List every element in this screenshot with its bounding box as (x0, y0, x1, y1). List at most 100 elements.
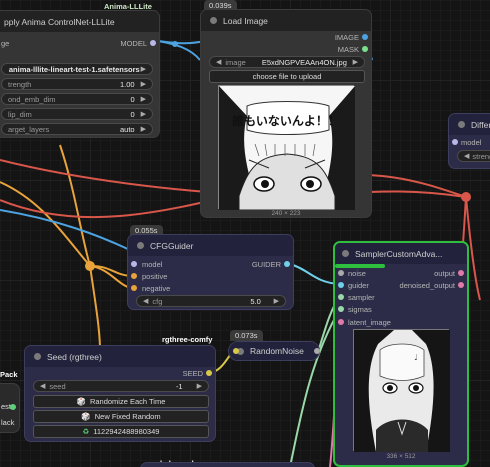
image-filename: E5xdNGPVEAAn4ON.jpg (261, 57, 347, 67)
collapse-dot-icon[interactable] (342, 250, 349, 257)
cond-emb-dim-value: 0 (130, 94, 135, 104)
cfg-positive-input-socket[interactable] (131, 273, 137, 279)
image-output-socket[interactable] (362, 34, 368, 40)
image-file-selector[interactable]: ◀ image E5xdNGPVEAAn4ON.jpg ▶ (209, 56, 365, 68)
seed-value-widget[interactable]: ◀ seed -1 ▶ (33, 380, 209, 392)
sampler-node-title: SamplerCustomAdva... (355, 248, 443, 259)
chevron-left-icon[interactable]: ◀ (40, 382, 45, 390)
sampler-custom-advanced-node[interactable]: SamplerCustomAdva... noise guider sample… (333, 241, 469, 467)
controlnet-model-output-socket[interactable] (150, 40, 156, 46)
group-label-rgthree: rgthree-comfy (162, 335, 213, 344)
differential-node-header[interactable]: Differ (449, 114, 490, 135)
cfg-value: 5.0 (250, 296, 261, 306)
sampler-node-header[interactable]: SamplerCustomAdva... (335, 243, 467, 264)
chevron-right-icon[interactable]: ▶ (197, 382, 202, 390)
generated-illustration: ♩ (354, 330, 450, 452)
controlnet-lllite-node[interactable]: pply Anima ControlNet-LLLite ge MODEL an… (0, 10, 160, 138)
cfg-guider-header[interactable]: CFGGuider (128, 235, 293, 256)
seed-node-header[interactable]: Seed (rgthree) (25, 346, 215, 367)
strength-label: trength (8, 79, 32, 89)
guider-output-socket[interactable] (284, 261, 290, 267)
controlnet-node-title: pply Anima ControlNet-LLLite (4, 16, 115, 27)
randomize-label: Randomize Each Time (89, 397, 166, 406)
image-label: image (225, 57, 246, 67)
seed-output-socket[interactable] (206, 370, 212, 376)
seed-rgthree-node[interactable]: Seed (rgthree) SEED ◀ seed -1 ▶ 🎲 Random… (24, 345, 216, 442)
last-seed-button[interactable]: ♻ 1122942488980349 (33, 425, 209, 438)
noise-seed-input-socket[interactable] (233, 348, 239, 354)
left-partial-node[interactable]: est lack (0, 383, 20, 433)
cfg-model-input-socket[interactable] (131, 261, 137, 267)
random-noise-node[interactable]: RandomNoise (228, 341, 320, 361)
sigmas-input-socket[interactable] (338, 306, 344, 312)
clip-dim-value: 0 (130, 109, 135, 119)
sampler-denoised-label: denoised_output (399, 281, 455, 290)
new-fixed-random-label: New Fixed Random (94, 412, 161, 421)
collapse-dot-icon[interactable] (34, 353, 41, 360)
cfg-value-widget[interactable]: ◀ cfg 5.0 ▶ (136, 295, 286, 307)
controlnet-output-model: MODEL (120, 39, 147, 48)
controlnet-input-label: ge (1, 39, 10, 48)
randomize-each-time-button[interactable]: 🎲 Randomize Each Time (33, 395, 209, 408)
guider-input-socket[interactable] (338, 282, 344, 288)
chevron-left-icon[interactable]: ◀ (464, 152, 469, 160)
controlnet-node-header[interactable]: pply Anima ControlNet-LLLite (0, 11, 159, 32)
mask-output-socket[interactable] (362, 46, 368, 52)
strength-widget[interactable]: trength 1.00 ▶ (1, 78, 153, 90)
target-layers-value: auto (120, 124, 135, 134)
collapse-dot-icon[interactable] (210, 17, 217, 24)
sampler-sampler-label: sampler (348, 293, 375, 302)
cond-emb-dim-widget[interactable]: ond_emb_dim 0 ▶ (1, 93, 153, 105)
controlnet-model-value: anima-lllite-lineart-test-1.safetensors (8, 64, 140, 74)
chevron-left-icon[interactable]: ◀ (143, 297, 148, 305)
load-image-node[interactable]: Load Image IMAGE MASK ◀ image E5xdNGPVEA… (200, 9, 372, 218)
chevron-right-icon[interactable]: ▶ (353, 58, 358, 66)
differential-node[interactable]: Differ model ◀ streng (448, 113, 490, 169)
manga-illustration (219, 86, 355, 211)
upload-button[interactable]: choose file to upload (209, 70, 365, 83)
clip-dim-widget[interactable]: lip_dim 0 ▶ (1, 108, 153, 120)
latent-image-input-socket[interactable] (338, 319, 344, 325)
cfg-negative-input-socket[interactable] (131, 285, 137, 291)
chevron-right-icon[interactable]: ▶ (141, 80, 146, 88)
cfg-positive-label: positive (142, 272, 168, 281)
denoised-output-socket[interactable] (458, 282, 464, 288)
diff-model-input-socket[interactable] (452, 139, 458, 145)
cfg-guider-output-label: GUIDER (251, 260, 281, 269)
chevron-right-icon[interactable]: ▶ (141, 125, 146, 133)
output-mask-label: MASK (337, 45, 359, 54)
load-image-header[interactable]: Load Image (201, 10, 371, 31)
cfg-label: cfg (152, 296, 163, 306)
chevron-right-icon[interactable]: ▶ (141, 110, 146, 118)
chevron-right-icon[interactable]: ▶ (274, 297, 279, 305)
diff-strength-widget[interactable]: ◀ streng (457, 150, 490, 162)
last-seed-value: 1122942488980349 (93, 427, 160, 436)
sampler-preview-image: ♩ (353, 329, 450, 452)
sampler-input-socket[interactable] (338, 294, 344, 300)
sampler-sigmas-label: sigmas (348, 305, 372, 314)
differential-node-title: Differ (471, 119, 490, 130)
left-node-output-socket[interactable] (10, 404, 16, 410)
noise-output-socket[interactable] (314, 348, 320, 354)
cfg-model-label: model (142, 260, 163, 269)
output-image-label: IMAGE (334, 33, 359, 42)
collapse-dot-icon[interactable] (458, 121, 465, 128)
controlnet-model-selector[interactable]: anima-lllite-lineart-test-1.safetensors … (1, 63, 153, 75)
left-node-row-2: lack (1, 418, 15, 427)
seed-label: seed (49, 381, 66, 391)
cfg-negative-label: negative (142, 284, 171, 293)
collapse-dot-icon[interactable] (137, 242, 144, 249)
load-image-preview: 誰もいないんよ！！ (218, 85, 355, 211)
hvbs-node[interactable] (140, 462, 315, 467)
chevron-right-icon[interactable]: ▶ (141, 95, 146, 103)
noise-input-socket[interactable] (338, 270, 344, 276)
cfg-guider-node[interactable]: CFGGuider model positive negative GUIDER… (127, 234, 294, 310)
dice-icon: 🎲 (76, 397, 86, 406)
chevron-right-icon[interactable]: ▶ (141, 65, 146, 73)
random-noise-header[interactable]: RandomNoise (229, 342, 319, 360)
chevron-left-icon[interactable]: ◀ (216, 58, 221, 66)
new-fixed-random-button[interactable]: 🎲 New Fixed Random (33, 410, 209, 423)
output-socket[interactable] (458, 270, 464, 276)
target-layers-widget[interactable]: arget_layers auto ▶ (1, 123, 153, 135)
cfg-guider-title: CFGGuider (150, 240, 194, 251)
